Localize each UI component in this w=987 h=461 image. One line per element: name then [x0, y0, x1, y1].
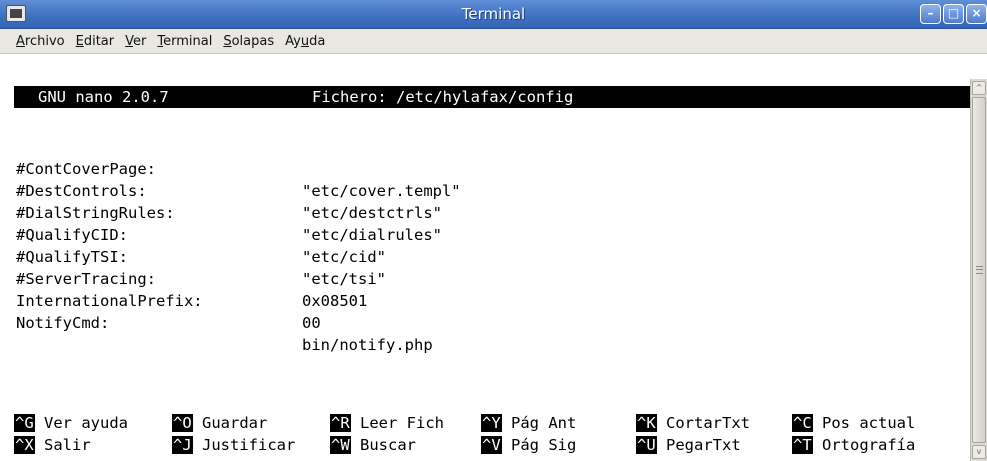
shortcut-label: Justificar — [202, 436, 296, 454]
scroll-up-icon[interactable]: ^ — [972, 81, 986, 95]
shortcut-label: Buscar — [360, 436, 417, 454]
menu-solapas[interactable]: Solapas — [223, 34, 274, 49]
shortcut-cursor-pos: ^C Pos actual — [792, 412, 915, 434]
shortcut-label: Pág Ant — [511, 414, 577, 432]
shortcut-exit: ^X Salir — [14, 434, 91, 456]
shortcut-key: ^W — [330, 436, 351, 454]
config-key: InternationalPrefix: — [16, 292, 203, 310]
shortcut-key: ^J — [172, 436, 193, 454]
shortcut-key: ^O — [172, 414, 193, 432]
menu-ayuda[interactable]: Ayuda — [285, 34, 325, 49]
scroll-down-icon[interactable]: v — [972, 445, 986, 459]
config-value: bin/notify.php — [302, 336, 433, 354]
config-value: "etc/cid" — [302, 248, 386, 266]
config-value: "etc/destctrls" — [302, 204, 442, 222]
shortcut-key: ^G — [14, 414, 35, 432]
grip-icon — [976, 266, 983, 274]
shortcut-prev-page: ^Y Pág Ant — [481, 412, 576, 434]
minimize-icon: – — [927, 6, 934, 20]
config-value: "etc/dialrules" — [302, 226, 442, 244]
menu-editar[interactable]: Editar — [76, 34, 115, 49]
shortcut-paste-text: ^U PegarTxt — [636, 434, 741, 456]
config-value: "etc/tsi" — [302, 270, 386, 288]
config-line: #DestControls: "etc/destctrls" — [0, 158, 442, 222]
config-line: #ContCoverPage: "etc/cover.templ" — [0, 136, 461, 200]
shortcut-key: ^R — [330, 414, 351, 432]
scrollbar-thumb[interactable] — [972, 97, 986, 443]
shortcut-label: Guardar — [202, 414, 268, 432]
config-line: NotifyCmd: bin/notify.php — [0, 290, 433, 354]
config-line: #ServerTracing: 0x08501 — [0, 246, 367, 310]
config-line: #QualifyTSI: "etc/tsi" — [0, 224, 386, 288]
shortcut-label: Leer Fich — [360, 414, 445, 432]
menu-terminal[interactable]: Terminal — [157, 34, 212, 49]
vertical-scrollbar[interactable]: ^ v — [970, 79, 987, 461]
nano-header: GNU nano 2.0.7 Fichero: /etc/hylafax/con… — [14, 86, 970, 108]
config-key: NotifyCmd: — [16, 314, 110, 332]
shortcut-key: ^U — [636, 436, 657, 454]
shortcut-label: Ortografía — [822, 436, 916, 454]
shortcut-key: ^K — [636, 414, 657, 432]
config-value: 0x08501 — [302, 292, 368, 310]
nano-file-label: Fichero: /etc/hylafax/config — [312, 88, 574, 106]
menu-ver[interactable]: Ver — [125, 34, 146, 49]
maximize-icon: □ — [947, 6, 960, 20]
minimize-button[interactable]: – — [920, 4, 941, 24]
shortcut-label: Pág Sig — [511, 436, 577, 454]
close-button[interactable]: × — [966, 4, 987, 24]
maximize-button[interactable]: □ — [943, 4, 964, 24]
shortcut-label: Salir — [44, 436, 91, 454]
shortcut-spellcheck: ^T Ortografía — [792, 434, 915, 456]
shortcut-save: ^O Guardar — [172, 412, 267, 434]
terminal-area[interactable] — [0, 54, 970, 461]
shortcut-label: Ver ayuda — [44, 414, 129, 432]
shortcut-search: ^W Buscar — [330, 434, 416, 456]
shortcut-label: CortarTxt — [666, 414, 751, 432]
config-key: #DialStringRules: — [16, 204, 175, 222]
config-value: "etc/cover.templ" — [302, 182, 461, 200]
shortcut-row-2: ^X Salir ^J Justificar ^W Buscar ^V Pág … — [14, 434, 915, 456]
shortcut-key: ^V — [481, 436, 502, 454]
config-line: #DialStringRules: "etc/dialrules" — [0, 180, 442, 244]
shortcut-cut-text: ^K CortarTxt — [636, 412, 750, 434]
window-titlebar[interactable]: Terminal – □ × — [0, 0, 987, 29]
shortcut-read-file: ^R Leer Fich — [330, 412, 444, 434]
window-title: Terminal — [461, 5, 526, 23]
shortcut-key: ^X — [14, 436, 35, 454]
shortcut-label: PegarTxt — [666, 436, 741, 454]
shortcut-help: ^G Ver ayuda — [14, 412, 128, 434]
close-icon: × — [971, 6, 982, 20]
shortcut-label: Pos actual — [822, 414, 916, 432]
config-line: InternationalPrefix: 00 — [0, 268, 321, 332]
shortcut-key: ^C — [792, 414, 813, 432]
shortcut-key: ^Y — [481, 414, 502, 432]
shortcut-next-page: ^V Pág Sig — [481, 434, 576, 456]
menubar: Archivo Editar Ver Terminal Solapas Ayud… — [0, 29, 987, 54]
menu-archivo[interactable]: Archivo — [16, 34, 65, 49]
config-line: #QualifyCID: "etc/cid" — [0, 202, 386, 266]
nano-version: GNU nano 2.0.7 — [38, 88, 169, 106]
shortcut-key: ^T — [792, 436, 813, 454]
shortcut-row-1: ^G Ver ayuda ^O Guardar ^R Leer Fich ^Y … — [14, 412, 915, 434]
config-value: 00 — [302, 314, 321, 332]
shortcut-justify: ^J Justificar — [172, 434, 295, 456]
